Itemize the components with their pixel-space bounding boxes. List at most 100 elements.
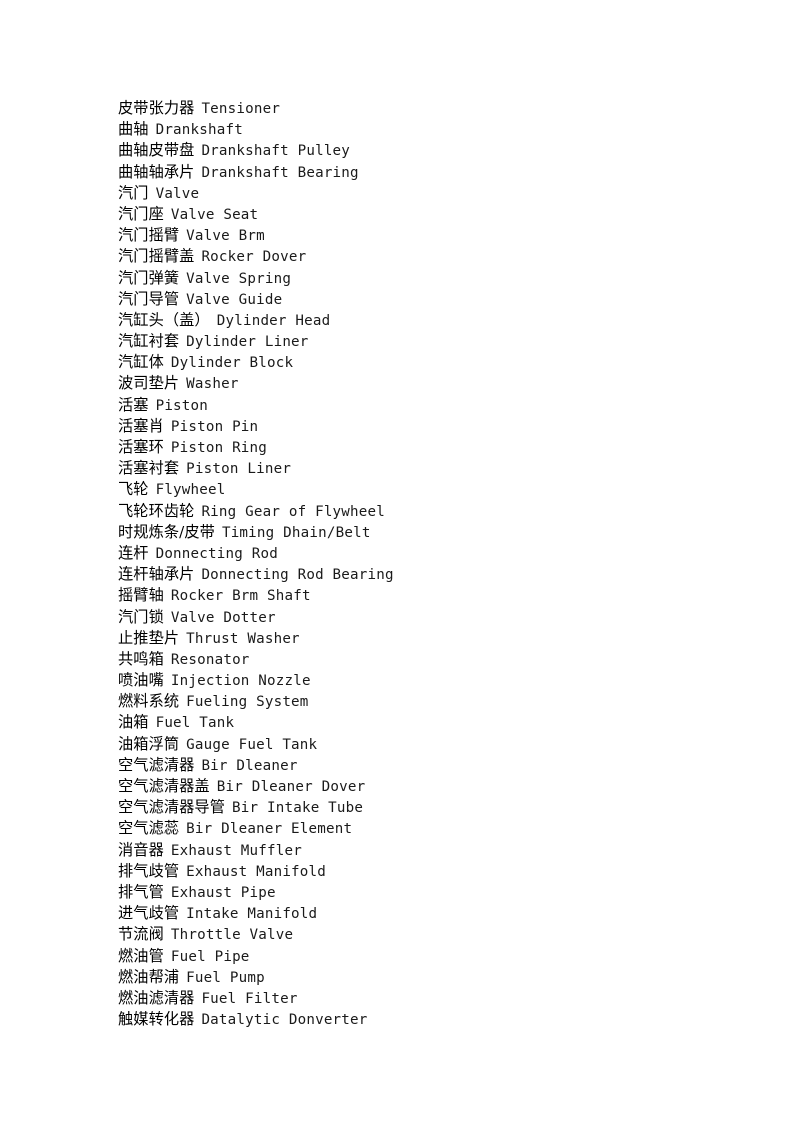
term-chinese: 空气滤清器导管 (118, 798, 226, 817)
term-english: Drankshaft Pulley (201, 143, 351, 160)
glossary-entry: 波司垫片 Washer (118, 373, 718, 394)
term-english: Fueling System (186, 694, 309, 711)
glossary-entry: 汽门导管 Valve Guide (118, 289, 718, 310)
term-chinese: 连杆轴承片 (118, 565, 195, 584)
glossary-entry: 飞轮 Flywheel (118, 479, 718, 500)
glossary-entry: 汽门座 Valve Seat (118, 204, 718, 225)
glossary-entry: 消音器 Exhaust Muffler (118, 840, 718, 861)
term-english: Piston Ring (170, 440, 268, 456)
term-english: Gauge Fuel Tank (186, 736, 318, 753)
term-chinese: 汽门弹簧 (118, 268, 180, 287)
term-english: Rocker Dover (201, 249, 307, 266)
term-english: Injection Nozzle (170, 673, 311, 690)
term-chinese: 触媒转化器 (118, 1010, 195, 1029)
term-chinese: 曲轴 (118, 120, 149, 139)
term-english: Valve Dotter (170, 609, 276, 626)
term-chinese: 活塞肖 (118, 416, 164, 435)
glossary-entry: 油箱浮筒 Gauge Fuel Tank (118, 734, 718, 755)
glossary-entry: 曲轴轴承片 Drankshaft Bearing (118, 162, 718, 183)
term-chinese: 汽门摇臂 (118, 226, 180, 245)
glossary-entry: 排气歧管 Exhaust Manifold (118, 861, 718, 882)
term-chinese: 油箱浮筒 (118, 734, 180, 753)
term-english: Exhaust Muffler (170, 842, 302, 859)
term-english: Intake Manifold (186, 906, 318, 923)
term-english: Valve Seat (170, 206, 259, 223)
term-english: Bir Dleaner Dover (216, 779, 366, 795)
term-chinese: 曲轴轴承片 (118, 162, 195, 181)
term-chinese: 燃油帮浦 (118, 967, 180, 986)
term-chinese: 止推垫片 (118, 628, 180, 647)
term-english: Dylinder Block (170, 355, 294, 372)
glossary-list: 皮带张力器 Tensioner 曲轴 Drankshaft 曲轴皮带盘 Drankshaf… (118, 98, 718, 1030)
glossary-entry: 空气滤清器盖 Bir Dleaner Dover (118, 776, 718, 797)
term-chinese: 飞轮环齿轮 (118, 501, 195, 520)
term-chinese: 汽门锁 (118, 607, 164, 626)
term-chinese: 皮带张力器 (118, 99, 195, 117)
term-english: Drankshaft Bearing (201, 164, 359, 181)
term-english: Dylinder Liner (186, 334, 309, 351)
glossary-entry: 活塞 Piston (118, 395, 718, 416)
glossary-entry: 汽缸衬套 Dylinder Liner (118, 331, 718, 352)
term-english: Throttle Valve (170, 927, 294, 944)
document-body: 皮带张力器 Tensioner 曲轴 Drankshaft 曲轴皮带盘 Drankshaf… (118, 98, 718, 1030)
term-english: Piston Liner (186, 461, 292, 478)
term-english: Resonator (170, 651, 250, 668)
term-english: Valve Spring (186, 270, 292, 287)
term-chinese: 消音器 (118, 840, 164, 859)
term-chinese: 活塞 (118, 395, 149, 414)
term-chinese: 燃油滤清器 (118, 988, 195, 1007)
glossary-entry: 汽门 Valve (118, 183, 718, 204)
glossary-entry: 排气管 Exhaust Pipe (118, 882, 718, 903)
glossary-entry: 汽门摇臂 Valve Brm (118, 225, 718, 246)
glossary-entry: 节流阀 Throttle Valve (118, 924, 718, 945)
term-chinese: 活塞衬套 (118, 459, 180, 478)
glossary-entry: 连杆 Donnecting Rod (118, 543, 718, 564)
term-chinese: 空气滤蕊 (118, 819, 180, 838)
term-chinese: 进气歧管 (118, 904, 180, 923)
term-chinese: 油箱 (118, 713, 149, 732)
glossary-entry: 活塞衬套 Piston Liner (118, 458, 718, 479)
glossary-entry: 活塞肖 Piston Pin (118, 416, 718, 437)
document-page: 皮带张力器 Tensioner 曲轴 Drankshaft 曲轴皮带盘 Drankshaf… (0, 0, 800, 1132)
term-english: Bir Dleaner (201, 757, 298, 774)
term-chinese: 排气管 (118, 882, 164, 901)
glossary-entry: 摇臂轴 Rocker Brm Shaft (118, 585, 718, 606)
term-english: Donnecting Rod Bearing (201, 567, 394, 584)
term-english: Washer (186, 376, 239, 393)
term-english: Valve Brm (186, 228, 265, 245)
term-english: Fuel Filter (201, 990, 298, 1007)
term-chinese: 节流阀 (118, 925, 164, 944)
glossary-entry: 燃油滤清器 Fuel Filter (118, 988, 718, 1009)
glossary-entry: 燃料系统 Fueling System (118, 691, 718, 712)
term-chinese: 汽缸衬套 (118, 332, 180, 351)
term-chinese: 共鸣箱 (118, 649, 164, 668)
term-english: Flywheel (155, 482, 226, 499)
term-english: Exhaust Pipe (170, 884, 276, 901)
term-chinese: 汽门座 (118, 204, 164, 223)
term-english: Valve Guide (186, 291, 283, 308)
glossary-entry: 曲轴皮带盘 Drankshaft Pulley (118, 140, 718, 161)
term-chinese: 汽缸体 (118, 353, 164, 372)
term-chinese: 空气滤清器盖 (118, 777, 210, 795)
glossary-entry: 空气滤蕊 Bir Dleaner Element (118, 818, 718, 839)
glossary-entry: 飞轮环齿轮 Ring Gear of Flywheel (118, 501, 718, 522)
term-chinese: 曲轴皮带盘 (118, 141, 195, 160)
glossary-entry: 皮带张力器 Tensioner (118, 98, 718, 119)
glossary-entry: 连杆轴承片 Donnecting Rod Bearing (118, 564, 718, 585)
glossary-entry: 止推垫片 Thrust Washer (118, 628, 718, 649)
term-chinese: 汽缸头（盖） (118, 310, 210, 329)
term-chinese: 燃料系统 (118, 692, 180, 711)
term-chinese: 汽门 (118, 183, 149, 202)
term-chinese: 连杆 (118, 543, 149, 562)
term-english: Fuel Tank (155, 715, 235, 732)
term-chinese: 时规炼条/皮带 (118, 522, 215, 541)
term-english: Exhaust Manifold (186, 863, 327, 880)
term-english: Fuel Pipe (170, 948, 250, 965)
glossary-entry: 空气滤清器导管 Bir Intake Tube (118, 797, 718, 818)
term-english: Fuel Pump (186, 969, 265, 986)
term-english: Drankshaft (155, 122, 243, 139)
term-english: Bir Dleaner Element (186, 821, 353, 838)
term-chinese: 波司垫片 (118, 374, 180, 393)
glossary-entry: 汽门弹簧 Valve Spring (118, 268, 718, 289)
term-chinese: 汽门导管 (118, 289, 180, 308)
